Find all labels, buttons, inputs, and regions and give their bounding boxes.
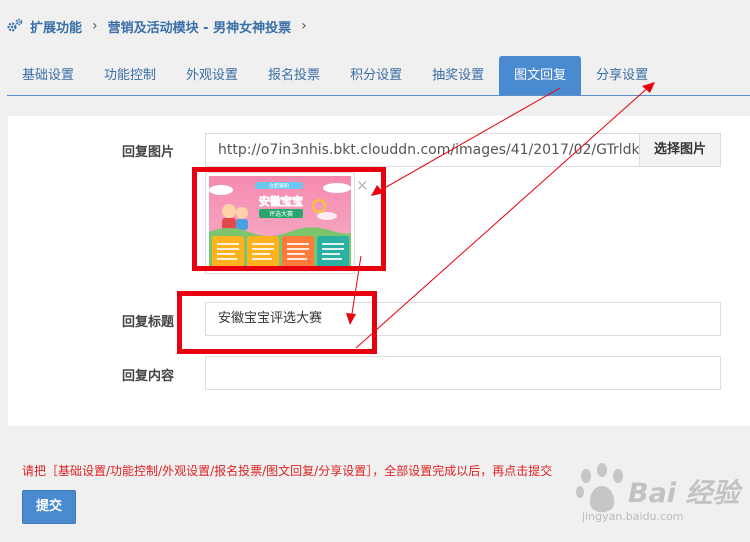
tab-points[interactable]: 积分设置: [335, 56, 417, 95]
tab-feature-control[interactable]: 功能控制: [89, 56, 171, 95]
tab-basic-settings[interactable]: 基础设置: [7, 56, 89, 95]
tab-signup-voting[interactable]: 报名投票: [253, 56, 335, 95]
chevron-right-icon: ›: [92, 18, 98, 34]
choose-image-button[interactable]: 选择图片: [639, 133, 721, 167]
settings-tabs: 基础设置 功能控制 外观设置 报名投票 积分设置 抽奖设置 图文回复 分享设置: [7, 56, 750, 96]
annotation-box-title: [177, 291, 377, 354]
tab-graphic-reply[interactable]: 图文回复: [499, 56, 582, 95]
watermark-url: jingyan.baidu.com: [582, 510, 684, 523]
breadcrumb-level2[interactable]: 营销及活动模块 - 男神女神投票: [108, 17, 291, 36]
baidu-watermark: Bai 经验 jingyan.baidu.com: [572, 458, 748, 528]
annotation-box-image: [192, 167, 386, 271]
gear-icon: [7, 18, 23, 32]
breadcrumb-level1[interactable]: 扩展功能: [30, 17, 82, 36]
image-url-input[interactable]: http://o7in3nhis.bkt.clouddn.com/images/…: [205, 133, 640, 167]
tab-lottery[interactable]: 抽奖设置: [417, 56, 499, 95]
title-label: 回复标题: [122, 315, 175, 330]
tab-appearance[interactable]: 外观设置: [171, 56, 253, 95]
breadcrumb: 扩展功能 › 营销及活动模块 - 男神女神投票 ›: [6, 14, 317, 38]
tab-share-settings[interactable]: 分享设置: [581, 56, 663, 95]
instruction-note: 请把［基础设置/功能控制/外观设置/报名投票/图文回复/分享设置］，全部设置完成…: [22, 464, 553, 478]
content-label: 回复内容: [122, 369, 175, 384]
reply-content-input[interactable]: [205, 356, 721, 390]
watermark-brand: Bai 经验: [628, 478, 740, 509]
image-label: 回复图片: [122, 145, 175, 160]
chevron-right-icon: ›: [301, 18, 307, 34]
submit-button[interactable]: 提交: [22, 490, 76, 524]
